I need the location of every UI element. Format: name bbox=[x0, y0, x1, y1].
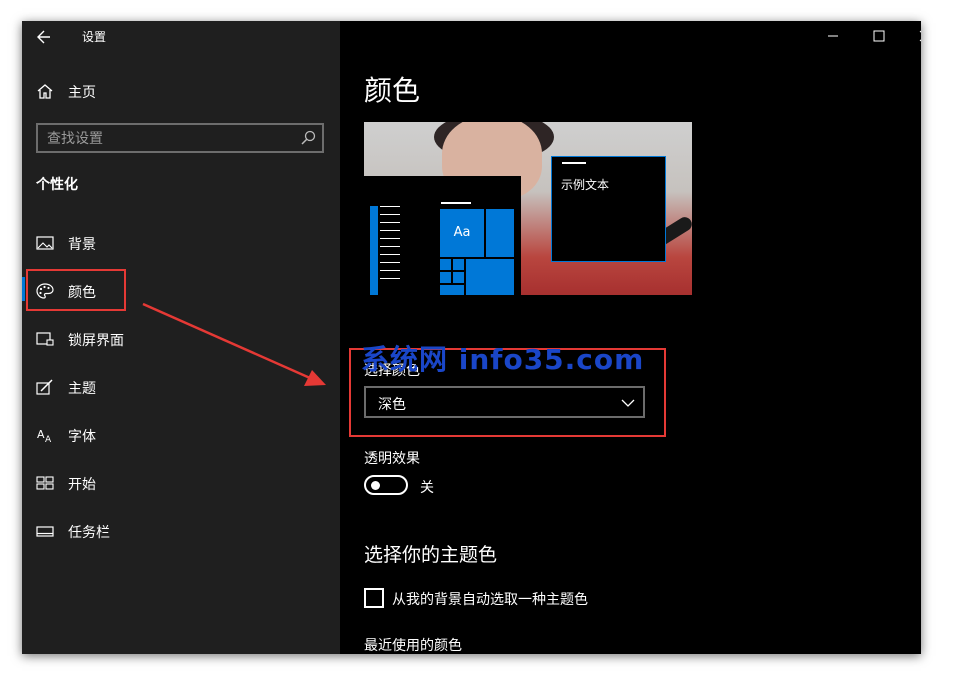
watermark: 系统网 info35.com bbox=[361, 343, 645, 376]
